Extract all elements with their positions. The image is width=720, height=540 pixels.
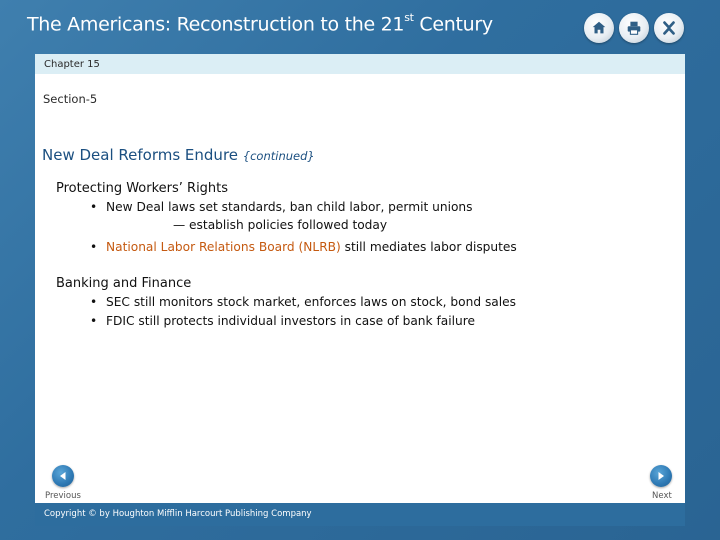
bullet-item: • New Deal laws set standards, ban child … xyxy=(90,200,473,214)
next-label[interactable]: Next xyxy=(652,491,672,501)
bullet-item: • SEC still monitors stock market, enforc… xyxy=(90,295,517,309)
arrow-right-icon xyxy=(658,472,664,480)
slide-panel: Chapter 15 Section-5 New Deal Reforms En… xyxy=(35,54,685,526)
close-icon[interactable] xyxy=(654,13,684,43)
group-title-workers: Protecting Workers’ Rights xyxy=(56,181,229,196)
print-icon[interactable] xyxy=(619,13,649,43)
next-button[interactable] xyxy=(650,465,672,487)
bullet-item: • National Labor Relations Board (NLRB) s… xyxy=(90,240,517,254)
window-nav xyxy=(584,13,684,43)
footer-bar: Copyright © by Houghton Mifflin Harcourt… xyxy=(35,503,685,526)
chapter-bar: Chapter 15 xyxy=(35,54,685,74)
section-label: Section-5 xyxy=(43,92,98,106)
bullet-continuation: — establish policies followed today xyxy=(173,218,388,232)
chapter-label: Chapter 15 xyxy=(44,59,100,70)
slide-heading: New Deal Reforms Endure {continued} xyxy=(42,146,315,164)
copyright-text: Copyright © by Houghton Mifflin Harcourt… xyxy=(44,509,312,519)
arrow-left-icon xyxy=(60,472,66,480)
bullet-item: • FDIC still protects individual investor… xyxy=(90,314,475,328)
previous-label[interactable]: Previous xyxy=(45,491,81,501)
app-title: The Americans: Reconstruction to the 21s… xyxy=(27,11,493,36)
group-title-banking: Banking and Finance xyxy=(56,276,192,291)
home-icon[interactable] xyxy=(584,13,614,43)
previous-button[interactable] xyxy=(52,465,74,487)
